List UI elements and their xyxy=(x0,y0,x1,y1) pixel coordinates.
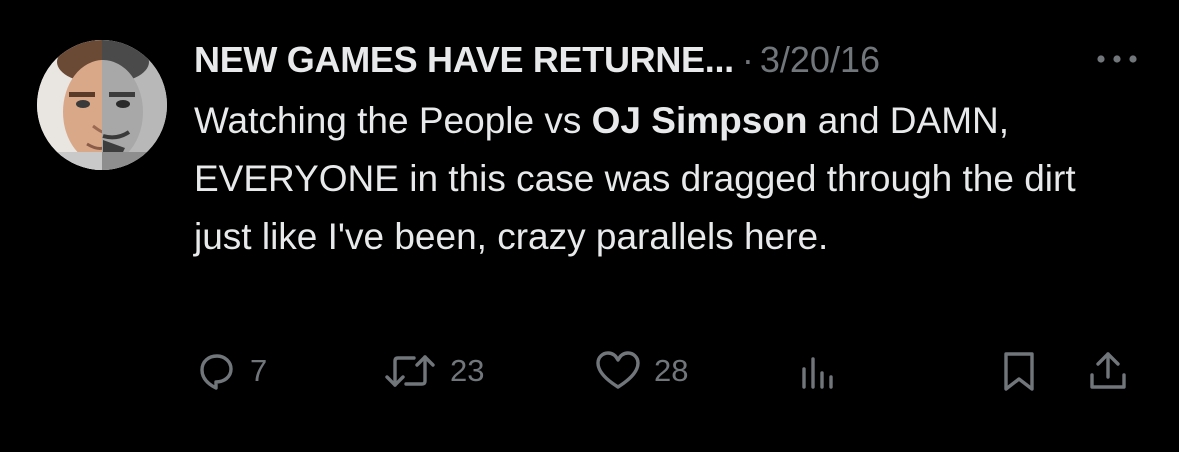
share-button[interactable] xyxy=(1086,346,1130,396)
share-icon xyxy=(1090,352,1126,389)
retweet-icon xyxy=(385,355,435,387)
tweet-text-part: Watching the People vs xyxy=(194,100,592,141)
tweet-header: NEW GAMES HAVE RETURNE... · 3/20/16 xyxy=(194,36,880,84)
avatar[interactable] xyxy=(37,40,167,170)
tweet-text-bold[interactable]: OJ Simpson xyxy=(592,100,808,141)
views-icon xyxy=(802,357,833,389)
retweet-count: 23 xyxy=(450,353,485,388)
retweet-button[interactable]: 23 xyxy=(382,346,484,396)
reply-count: 7 xyxy=(250,353,268,388)
header-separator: · xyxy=(741,39,754,80)
action-bar: 7 23 28 xyxy=(194,346,1144,396)
reply-button[interactable]: 7 xyxy=(194,346,267,396)
bookmark-icon xyxy=(1004,352,1034,391)
bookmark-button[interactable] xyxy=(997,346,1041,396)
reply-icon xyxy=(200,354,233,390)
more-icon[interactable] xyxy=(1090,44,1144,74)
heart-icon xyxy=(596,351,640,389)
like-button[interactable]: 28 xyxy=(594,346,688,396)
author-name[interactable]: NEW GAMES HAVE RETURNE... xyxy=(194,39,734,81)
tweet[interactable]: NEW GAMES HAVE RETURNE... · 3/20/16 Watc… xyxy=(0,0,1179,452)
tweet-date[interactable]: 3/20/16 xyxy=(760,39,880,81)
views-button[interactable] xyxy=(794,346,838,396)
like-count: 28 xyxy=(654,353,689,388)
tweet-text: Watching the People vs OJ Simpson and DA… xyxy=(194,92,1134,266)
avatar-image xyxy=(37,40,167,170)
